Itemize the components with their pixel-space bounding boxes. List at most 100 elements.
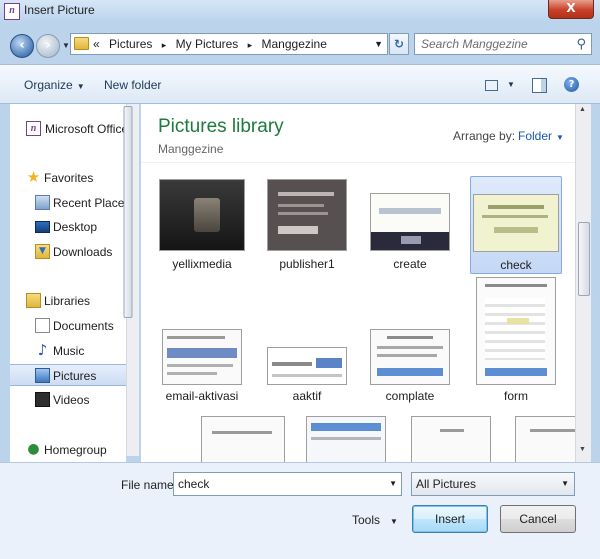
homegroup-icon: ● [27, 441, 40, 457]
file-thumbnail [159, 179, 245, 251]
search-input[interactable]: Search Manggezine [421, 37, 528, 51]
breadcrumb-item-pictures[interactable]: Pictures [109, 37, 152, 51]
tools-menu[interactable]: Tools ▼ [352, 513, 398, 527]
sidebar-item-label: Microsoft Office C [45, 122, 126, 136]
file-tile-email-aktivasi[interactable]: email-aktivasi [156, 281, 248, 403]
file-name: create [393, 257, 427, 271]
chevron-down-icon[interactable]: ▼ [389, 479, 397, 488]
sidebar-item-label: Downloads [53, 245, 113, 259]
music-icon: ♪ [37, 341, 48, 359]
breadcrumb-item-my-pictures[interactable]: My Pictures [176, 37, 239, 51]
sidebar-item-label: Pictures [53, 369, 97, 383]
dialog-footer: File name: check ▼ All Pictures ▼ Tools ▼… [0, 462, 600, 559]
file-thumbnail [267, 347, 347, 385]
sidebar-item-videos[interactable]: Videos [10, 389, 126, 411]
breadcrumb-overflow[interactable]: « [93, 37, 100, 51]
file-tile-yellixmedia[interactable]: yellixmedia [156, 176, 248, 274]
library-title: Pictures library [158, 116, 284, 137]
chevron-down-icon: ▼ [561, 479, 569, 488]
file-thumbnail[interactable] [306, 416, 386, 462]
help-icon[interactable]: ? [564, 77, 579, 92]
insert-button[interactable]: Insert [412, 505, 488, 533]
organize-label: Organize [24, 78, 73, 92]
arrange-by-dropdown[interactable]: Folder ▼ [518, 129, 564, 143]
tools-label: Tools [352, 513, 381, 527]
scroll-down-icon[interactable]: ▼ [579, 446, 586, 453]
navigation-pane: n Microsoft Office C ★ Favorites Recent … [10, 104, 126, 462]
sidebar-item-downloads[interactable]: ▼ Downloads [10, 241, 126, 263]
chevron-down-icon: ▼ [76, 82, 85, 91]
title-bar: n Insert Picture X [0, 0, 600, 22]
file-list-scrollbar[interactable]: ▲ ▼ [575, 104, 591, 462]
organize-button[interactable]: Organize ▼ [24, 78, 85, 92]
breadcrumb-item-manggezine[interactable]: Manggezine [262, 37, 327, 51]
library-subtitle: Manggezine [158, 142, 224, 156]
file-tile-publisher1[interactable]: publisher1 [261, 176, 353, 274]
file-thumbnail [476, 277, 556, 385]
navigation-scrollbar[interactable] [123, 104, 139, 456]
sidebar-item-libraries[interactable]: Libraries [10, 290, 126, 312]
documents-icon [35, 318, 50, 333]
file-name: publisher1 [279, 257, 335, 271]
chevron-down-icon: ▼ [390, 517, 398, 526]
cancel-button[interactable]: Cancel [500, 505, 576, 533]
address-dropdown-icon[interactable]: ▼ [374, 39, 383, 49]
file-name: yellixmedia [172, 257, 232, 271]
change-view-icon[interactable] [485, 80, 498, 91]
sidebar-item-music[interactable]: ♪ Music [10, 340, 126, 362]
forward-button[interactable]: › [36, 34, 60, 58]
sidebar-item-pictures[interactable]: Pictures [10, 364, 126, 386]
sidebar-item-label: Favorites [44, 171, 94, 185]
file-tile-create[interactable]: create [364, 176, 456, 274]
file-thumbnail [267, 179, 347, 251]
file-thumbnail [370, 329, 450, 385]
sidebar-item-label: Videos [53, 393, 90, 407]
file-thumbnail[interactable] [411, 416, 491, 462]
downloads-icon: ▼ [35, 244, 50, 259]
sidebar-item-homegroup[interactable]: ● Homegroup [10, 439, 126, 461]
file-list-pane: Pictures library Manggezine Arrange by: … [141, 104, 575, 462]
file-tile-form[interactable]: form [470, 277, 562, 403]
sidebar-item-favorites[interactable]: ★ Favorites [10, 167, 126, 189]
pictures-icon [35, 368, 50, 383]
file-thumbnail[interactable] [515, 416, 575, 462]
breadcrumb-separator[interactable]: ▸ [248, 40, 253, 50]
sidebar-item-recent-places[interactable]: Recent Places [10, 192, 126, 214]
search-icon[interactable]: ⚲ [576, 37, 586, 52]
file-type-filter[interactable]: All Pictures ▼ [411, 472, 575, 496]
chevron-down-icon: ▼ [556, 133, 564, 142]
window-title: Insert Picture [24, 3, 95, 17]
preview-pane-icon[interactable] [532, 78, 547, 93]
search-box[interactable]: Search Manggezine ⚲ [414, 33, 592, 55]
sidebar-item-label: Documents [53, 319, 114, 333]
refresh-button[interactable]: ↻ [389, 33, 409, 55]
arrange-by-label: Arrange by: [453, 129, 516, 143]
scrollbar-thumb[interactable] [578, 222, 590, 296]
close-button[interactable]: X [548, 0, 594, 19]
back-button[interactable]: ‹ [10, 34, 34, 58]
file-tile-complate[interactable]: complate [364, 281, 456, 403]
office-app-icon: n [4, 3, 20, 20]
breadcrumb: « Pictures ▸ My Pictures ▸ Manggezine [93, 37, 333, 51]
file-thumbnail[interactable] [201, 416, 285, 462]
file-name-field[interactable]: check ▼ [173, 472, 402, 496]
file-name-value[interactable]: check [178, 477, 209, 491]
scroll-up-icon[interactable]: ▲ [579, 106, 586, 113]
sidebar-item-desktop[interactable]: Desktop [10, 216, 126, 238]
new-folder-button[interactable]: New folder [104, 78, 161, 92]
star-icon: ★ [26, 168, 41, 186]
recent-pages-dropdown-icon[interactable]: ▼ [62, 41, 70, 50]
sidebar-item-label: Recent Places [53, 196, 126, 210]
scrollbar-thumb[interactable] [123, 106, 133, 318]
insert-picture-dialog: n Insert Picture X ‹ › ▼ « Pictures ▸ My… [0, 0, 600, 559]
file-type-value: All Pictures [416, 477, 477, 491]
grid-divider [141, 162, 575, 163]
view-options-dropdown-icon[interactable]: ▼ [507, 80, 515, 89]
file-tile-check[interactable]: check [470, 176, 562, 274]
sidebar-item-microsoft-office[interactable]: n Microsoft Office C [10, 118, 126, 140]
breadcrumb-separator[interactable]: ▸ [162, 40, 167, 50]
address-bar[interactable]: « Pictures ▸ My Pictures ▸ Manggezine ▼ [70, 33, 388, 55]
sidebar-item-documents[interactable]: Documents [10, 315, 126, 337]
file-tile-aaktif[interactable]: aaktif [261, 281, 353, 403]
file-name-label: File name: [121, 478, 178, 492]
